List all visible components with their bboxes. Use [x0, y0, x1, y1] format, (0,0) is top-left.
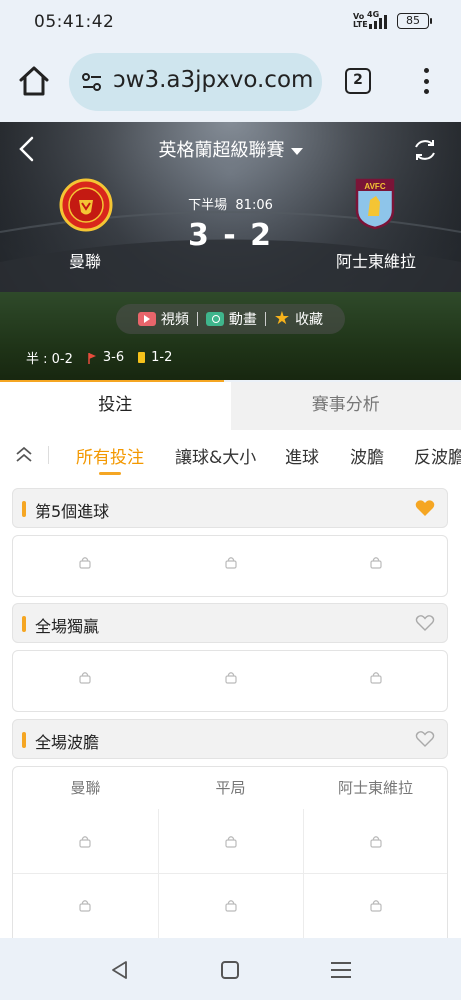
browser-toolbar: ɔw3.a3jpxvo.com 2	[0, 44, 461, 122]
market-title: 全場獨贏	[35, 617, 100, 636]
market-title: 全場波膽	[35, 733, 100, 752]
section-accent-bar	[22, 732, 26, 748]
nav-home-icon[interactable]	[221, 961, 239, 979]
match-stats: 半 : 0-2 3-6 1-2	[26, 348, 172, 367]
lock-icon	[79, 900, 91, 912]
video-button[interactable]: 視頻	[137, 309, 189, 329]
away-team-name: 阿士東維拉	[335, 252, 416, 271]
tab-reverse-correct-score[interactable]: 反波膽	[414, 443, 461, 468]
markets-list: 第5個進球 全場獨贏 全場波膽 曼聯 平局 阿士東維拉	[0, 480, 461, 938]
market-title: 第5個進球	[35, 502, 110, 521]
status-bar: 05:41:42 Vo LTE 4G 85	[0, 0, 461, 44]
collapse-all-icon[interactable]	[14, 444, 34, 466]
match-period: 下半場	[188, 198, 228, 213]
match-clock: 下半場 81:06	[0, 194, 461, 213]
main-tabs: 投注 賽事分析	[0, 382, 461, 430]
video-label: 視頻	[160, 312, 189, 328]
market-tabs: 所有投注 讓球&大小 進球 波膽 反波膽	[0, 430, 461, 480]
signal-icon: 4G	[367, 10, 387, 29]
lock-icon	[79, 557, 91, 569]
corners-stat: 3-6	[87, 350, 124, 365]
yellow-card-icon	[138, 352, 146, 363]
grid-divider	[13, 873, 447, 874]
half-time-score: 半 : 0-2	[26, 352, 73, 367]
match-time: 81:06	[235, 198, 273, 213]
animation-icon	[205, 312, 224, 326]
yellow-cards-value: 1-2	[151, 350, 173, 365]
heart-filled-icon[interactable]	[415, 499, 435, 517]
column-header-home: 曼聯	[70, 779, 101, 797]
lock-icon	[370, 900, 382, 912]
lock-icon	[225, 900, 237, 912]
address-bar[interactable]: ɔw3.a3jpxvo.com	[69, 53, 322, 111]
lock-icon	[225, 836, 237, 848]
caret-down-icon	[290, 147, 303, 155]
divider	[48, 446, 49, 464]
odds-row	[12, 650, 448, 712]
odds-row	[12, 535, 448, 597]
tab-handicap-over-under[interactable]: 讓球&大小	[175, 443, 256, 468]
divider	[264, 312, 266, 326]
tab-goals[interactable]: 進球	[285, 443, 319, 468]
divider	[196, 312, 198, 326]
corner-flag-icon	[88, 352, 96, 364]
league-selector[interactable]: 英格蘭超級聯賽	[0, 136, 461, 162]
lock-icon	[370, 557, 382, 569]
tab-match-analysis[interactable]: 賽事分析	[230, 382, 461, 430]
system-nav-bar	[0, 938, 461, 1000]
lock-icon	[370, 836, 382, 848]
active-subtab-indicator	[99, 472, 121, 475]
battery-icon: 85	[397, 13, 432, 29]
status-time: 05:41:42	[34, 12, 115, 32]
lock-icon	[79, 672, 91, 684]
tab-betting[interactable]: 投注	[0, 382, 231, 430]
animation-label: 動畫	[228, 312, 257, 328]
overflow-menu-icon[interactable]	[422, 68, 430, 94]
status-icons: Vo LTE 4G 85	[353, 10, 432, 29]
corners-value: 3-6	[102, 350, 125, 365]
lock-icon	[225, 672, 237, 684]
video-icon	[137, 312, 156, 326]
home-icon[interactable]	[17, 64, 51, 98]
correct-score-grid: 曼聯 平局 阿士東維拉	[12, 766, 448, 938]
animation-button[interactable]: 動畫	[205, 309, 257, 329]
site-settings-icon[interactable]	[81, 72, 103, 92]
network-type: 4G	[367, 10, 380, 19]
lock-icon	[79, 836, 91, 848]
url-text: ɔw3.a3jpxvo.com	[113, 67, 314, 93]
home-team-name: 曼聯	[68, 252, 101, 271]
star-icon: ★	[273, 308, 291, 329]
heart-outline-icon[interactable]	[415, 614, 435, 632]
league-title: 英格蘭超級聯賽	[158, 140, 285, 161]
lock-icon	[225, 557, 237, 569]
market-header-5th-goal[interactable]: 第5個進球	[12, 488, 448, 528]
nav-recents-icon[interactable]	[331, 962, 351, 978]
favorite-label: 收藏	[295, 312, 324, 328]
tab-correct-score[interactable]: 波膽	[350, 443, 384, 468]
tab-switcher-button[interactable]: 2	[345, 68, 371, 94]
svg-text:AVFC: AVFC	[364, 182, 385, 191]
favorite-button[interactable]: ★ 收藏	[274, 309, 323, 329]
refresh-icon[interactable]	[412, 137, 438, 163]
lock-icon	[370, 672, 382, 684]
match-actions-bar: 視頻 動畫 ★ 收藏	[116, 304, 345, 334]
market-header-correct-score[interactable]: 全場波膽	[12, 719, 448, 759]
section-accent-bar	[22, 501, 26, 517]
match-header: 英格蘭超級聯賽 AVFC 下半場 81:06 3 - 2 曼聯 阿士東維拉 視頻…	[0, 122, 461, 380]
heart-outline-icon[interactable]	[415, 730, 435, 748]
section-accent-bar	[22, 616, 26, 632]
column-header-draw: 平局	[215, 779, 246, 797]
nav-back-icon[interactable]	[110, 960, 130, 980]
yellow-cards-stat: 1-2	[138, 350, 172, 365]
tab-all-bets[interactable]: 所有投注	[76, 443, 144, 468]
market-header-full-time-winner[interactable]: 全場獨贏	[12, 603, 448, 643]
column-header-away: 阿士東維拉	[337, 779, 413, 797]
volte-icon: Vo LTE	[353, 12, 368, 29]
